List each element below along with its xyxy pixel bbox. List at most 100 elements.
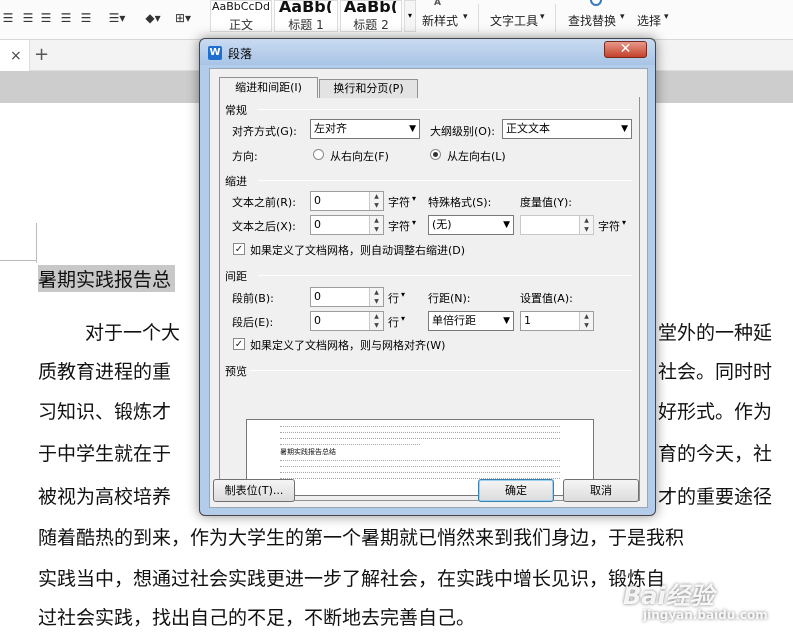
paragraph-fragment[interactable]: 才的重要途径	[658, 482, 772, 509]
setting-value-input[interactable]: 1 ▲ ▼	[520, 311, 594, 331]
dialog-title: 段落	[228, 47, 253, 61]
section-preview: 预览	[225, 365, 247, 378]
cancel-button[interactable]: 取消	[563, 479, 639, 502]
indent-after-unit[interactable]: 字符	[388, 218, 410, 234]
style-normal[interactable]: AaBbCcDd 正文	[210, 0, 272, 32]
space-after-label: 段后(E):	[232, 316, 274, 329]
divider	[258, 275, 632, 276]
style-label: 标题 1	[288, 18, 324, 32]
direction-label: 方向:	[232, 150, 258, 163]
chevron-down-icon: ▼	[409, 124, 416, 134]
paragraph-dialog: W 段落 ✕ 缩进和间距(I) 换行和分页(P) 常规 对齐方式(G): 左对齐…	[199, 38, 656, 516]
snap-to-grid-checkbox[interactable]: ✓	[233, 338, 245, 350]
outline-level-label: 大纲级别(O):	[430, 125, 495, 138]
divider	[555, 4, 556, 32]
select-button[interactable]: 选择	[637, 12, 661, 29]
dialog-titlebar[interactable]: W 段落 ✕	[200, 39, 655, 65]
find-replace-button[interactable]: 查找替换	[568, 12, 616, 29]
align-center-icon[interactable]: ☰	[20, 10, 36, 26]
indent-before-value: 0	[314, 194, 321, 207]
paragraph-line[interactable]: 对于一个大	[85, 318, 180, 345]
align-right-icon[interactable]: ☰	[38, 10, 54, 26]
search-icon	[590, 0, 602, 6]
close-icon[interactable]: ✕	[604, 41, 647, 58]
chevron-down-icon: ▾	[412, 218, 417, 227]
watermark-url: jingyan.baidu.com	[643, 608, 768, 622]
paragraph-fragment[interactable]: 好形式。作为	[658, 397, 772, 424]
measure-input[interactable]: ▲ ▼	[520, 215, 594, 235]
rtl-radio[interactable]	[313, 149, 324, 160]
indent-after-input[interactable]: 0 ▲ ▼	[310, 215, 384, 235]
new-tab-icon[interactable]: +	[34, 44, 49, 65]
paragraph-line[interactable]: 于中学生就在于	[38, 439, 171, 466]
chevron-down-icon: ▾	[463, 12, 468, 22]
style-label: 正文	[228, 18, 253, 32]
spinner-icon[interactable]: ▲ ▼	[369, 216, 383, 234]
paragraph-line[interactable]: 过社会实践，找出自己的不足，不断地去完善自己。	[38, 603, 475, 630]
chevron-down-icon: ▾	[620, 12, 625, 22]
tab-line-page-breaks[interactable]: 换行和分页(P)	[319, 79, 418, 98]
style-heading-2[interactable]: AaBb( 标题 2	[340, 0, 402, 32]
measure-label: 度量值(Y):	[520, 196, 573, 209]
space-before-unit[interactable]: 行	[388, 290, 399, 306]
watermark: Bai经验 jingyan.baidu.com	[583, 572, 783, 632]
line-spacing-select[interactable]: 单倍行距 ▼	[428, 311, 514, 331]
paragraph-fragment[interactable]: 堂外的一种延	[658, 318, 772, 345]
spinner-icon[interactable]: ▲ ▼	[369, 192, 383, 210]
close-tab-icon[interactable]: ×	[10, 48, 22, 64]
paragraph-line[interactable]: 随着酷热的到来，作为大学生的第一个暑期就已悄然来到我们身边，于是我积	[38, 523, 684, 550]
chevron-down-icon: ▾	[664, 12, 669, 22]
chevron-down-icon: ▾	[540, 12, 545, 22]
paragraph-fragment[interactable]: 社会。同时时	[658, 357, 772, 384]
space-after-unit[interactable]: 行	[388, 314, 399, 330]
divider	[258, 109, 632, 110]
paragraph-line[interactable]: 质教育进程的重	[38, 357, 171, 384]
snap-to-grid-label: 如果定义了文档网格，则与网格对齐(W)	[250, 339, 446, 352]
preview-filler-line	[280, 460, 560, 462]
preview-filler-line	[280, 472, 560, 474]
paragraph-line[interactable]: 实践当中，想通过社会实践更进一步了解社会，在实践中增长见识，锻炼自	[38, 564, 665, 591]
indent-before-input[interactable]: 0 ▲ ▼	[310, 191, 384, 211]
ok-button[interactable]: 确定	[478, 479, 554, 502]
special-format-select[interactable]: (无) ▼	[428, 215, 514, 235]
special-format-label: 特殊格式(S):	[428, 196, 492, 209]
space-after-input[interactable]: 0 ▲ ▼	[310, 311, 384, 331]
spinner-icon[interactable]: ▲ ▼	[579, 312, 593, 330]
style-label: 标题 2	[353, 18, 389, 32]
chevron-down-icon: ▼	[621, 124, 628, 134]
indent-after-label: 文本之后(X):	[232, 220, 296, 233]
special-format-value: (无)	[432, 218, 452, 231]
measure-unit[interactable]: 字符	[598, 218, 620, 234]
indent-before-unit[interactable]: 字符	[388, 194, 410, 210]
auto-right-indent-label: 如果定义了文档网格，则自动调整右缩进(D)	[250, 244, 466, 257]
document-heading[interactable]: 暑期实践报告总	[38, 265, 176, 292]
text-tools-button[interactable]: 文字工具	[490, 12, 538, 29]
spinner-icon[interactable]: ▲ ▼	[369, 288, 383, 306]
styles-more-icon[interactable]: ▾	[404, 0, 416, 32]
outline-level-select[interactable]: 正文文本 ▼	[502, 119, 632, 139]
space-before-input[interactable]: 0 ▲ ▼	[310, 287, 384, 307]
justify-icon[interactable]: ☰	[58, 10, 74, 26]
section-indent: 缩进	[225, 175, 247, 188]
shading-icon[interactable]: ◆▾	[142, 10, 164, 26]
auto-right-indent-checkbox[interactable]: ✓	[233, 243, 245, 255]
borders-icon[interactable]: ⊞▾	[172, 10, 194, 26]
align-left-icon[interactable]: ☰	[0, 10, 16, 26]
line-spacing-icon[interactable]: ☰▾	[106, 10, 128, 26]
ltr-radio[interactable]	[430, 149, 441, 160]
distributed-icon[interactable]: ☰	[78, 10, 94, 26]
spinner-icon[interactable]: ▲ ▼	[369, 312, 383, 330]
paragraph-line[interactable]: 习知识、锻炼才	[38, 397, 171, 424]
tab-stops-button[interactable]: 制表位(T)...	[213, 479, 295, 502]
tab-indent-spacing[interactable]: 缩进和间距(I)	[219, 77, 318, 98]
paragraph-line[interactable]: 被视为高校培养	[38, 482, 171, 509]
new-style-button[interactable]: 新样式	[422, 12, 458, 29]
chevron-down-icon: ▾	[622, 218, 627, 227]
margin-mark	[36, 223, 37, 263]
toolbar-ribbon: ☰ ☰ ☰ ☰ ☰ ☰▾ ◆▾ ⊞▾ AaBbCcDd 正文 AaBb( 标题 …	[0, 0, 793, 40]
spinner-icon[interactable]: ▲ ▼	[579, 216, 593, 234]
style-heading-1[interactable]: AaBb( 标题 1	[274, 0, 338, 32]
alignment-select[interactable]: 左对齐 ▼	[310, 119, 420, 139]
outline-level-value: 正文文本	[506, 122, 550, 135]
paragraph-fragment[interactable]: 育的今天，社	[658, 439, 772, 466]
